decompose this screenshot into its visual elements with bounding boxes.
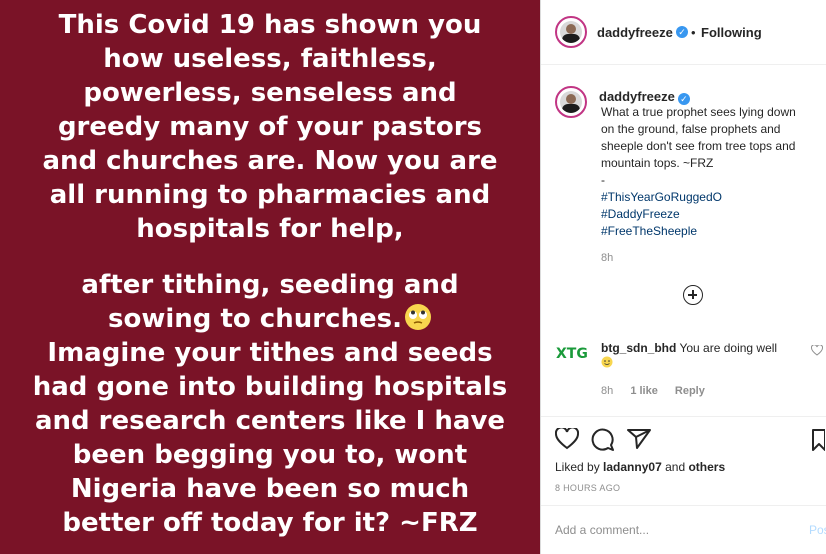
face-with-rolling-eyes-icon <box>404 304 431 330</box>
liked-by-user[interactable]: ladanny07 <box>603 460 662 474</box>
avatar[interactable] <box>555 16 587 48</box>
post-text-line: better off today for it? ~FRZ <box>62 508 478 538</box>
commenter-avatar[interactable]: XTG <box>555 340 587 364</box>
post-timestamp[interactable]: 8 HOURS AGO <box>555 483 620 493</box>
commenter-avatar-label: XTG <box>556 346 587 362</box>
following-button[interactable]: Following <box>701 25 762 40</box>
post-text-line: been begging you to, wont <box>72 440 468 470</box>
post-comment-button[interactable]: Pos <box>809 523 826 537</box>
action-bar <box>541 424 826 454</box>
post-text-line: Imagine your tithes and seeds <box>47 338 493 368</box>
add-comment-input[interactable]: Add a comment... <box>555 523 649 537</box>
header-separator: • <box>691 25 696 40</box>
comment-icon[interactable] <box>591 428 615 452</box>
like-comment-icon[interactable] <box>811 345 823 356</box>
post-text-line: Nigeria have been so much <box>70 474 470 504</box>
caption-avatar[interactable] <box>555 86 587 118</box>
post-text-block-2: after tithing, seeding and sowing to chu… <box>0 268 540 540</box>
hashtag-link[interactable]: #DaddyFreeze <box>601 206 821 223</box>
divider <box>541 416 826 417</box>
caption-line: - <box>601 173 605 187</box>
comment-username[interactable]: btg_sdn_bhd <box>601 341 676 355</box>
caption-line: mountain tops. ~FRZ <box>601 156 714 170</box>
post-text-line: had gone into building hospitals <box>32 372 508 402</box>
comment-likes[interactable]: 1 like <box>630 385 658 397</box>
caption-line: What a true prophet sees lying down <box>601 105 796 119</box>
hashtag-link[interactable]: #FreeTheSheeple <box>601 223 821 240</box>
post-text-line: hospitals for help, <box>136 214 404 244</box>
caption-username[interactable]: daddyfreeze <box>599 89 675 104</box>
header-username[interactable]: daddyfreeze <box>597 25 673 40</box>
post-text-line: powerless, senseless and <box>83 78 457 108</box>
caption-text: What a true prophet sees lying down on t… <box>601 104 821 267</box>
comment-meta: 8h 1 like Reply <box>601 385 719 397</box>
post-image[interactable]: This Covid 19 has shown you how useless, … <box>0 0 540 554</box>
post-text-line: how useless, faithless, <box>103 44 437 74</box>
like-icon[interactable] <box>555 428 579 450</box>
divider <box>541 505 826 506</box>
liked-by-prefix: Liked by <box>555 460 600 474</box>
save-icon[interactable] <box>811 428 825 452</box>
verified-badge-icon: ✓ <box>676 26 688 38</box>
liked-by-others[interactable]: others <box>688 460 725 474</box>
post-text-line: This Covid 19 has shown you <box>58 10 482 40</box>
comment-text: You are doing well <box>679 341 778 355</box>
liked-by: Liked by ladanny07 and others <box>555 460 725 474</box>
post-side-panel: daddyfreeze ✓ • Following daddyfreeze ✓ W… <box>541 0 826 554</box>
comment-time[interactable]: 8h <box>601 385 613 397</box>
load-more-comments-icon[interactable] <box>683 285 703 305</box>
post-text-line: sowing to churches. <box>0 302 540 336</box>
caption-line: sheeple don't see from tree tops and <box>601 139 796 153</box>
liked-by-and: and <box>665 460 686 474</box>
caption-time[interactable]: 8h <box>601 250 821 267</box>
post-text-line: greedy many of your pastors <box>57 112 483 142</box>
share-icon[interactable] <box>627 428 651 450</box>
post-text-line: and churches are. Now you are <box>42 146 498 176</box>
comment: btg_sdn_bhd You are doing well <box>601 340 801 372</box>
post-text-line: all running to pharmacies and <box>49 180 491 210</box>
caption-line: on the ground, false prophets and <box>601 122 781 136</box>
post-header: daddyfreeze ✓ • Following <box>541 0 826 65</box>
post-text-line: and research centers like I have <box>34 406 506 436</box>
hashtag-link[interactable]: #ThisYearGoRuggedO <box>601 189 821 206</box>
reply-button[interactable]: Reply <box>675 385 705 397</box>
post-text-block-1: This Covid 19 has shown you how useless, … <box>0 8 540 246</box>
post-text-line: after tithing, seeding and <box>81 270 459 300</box>
smiling-face-icon <box>601 356 613 368</box>
